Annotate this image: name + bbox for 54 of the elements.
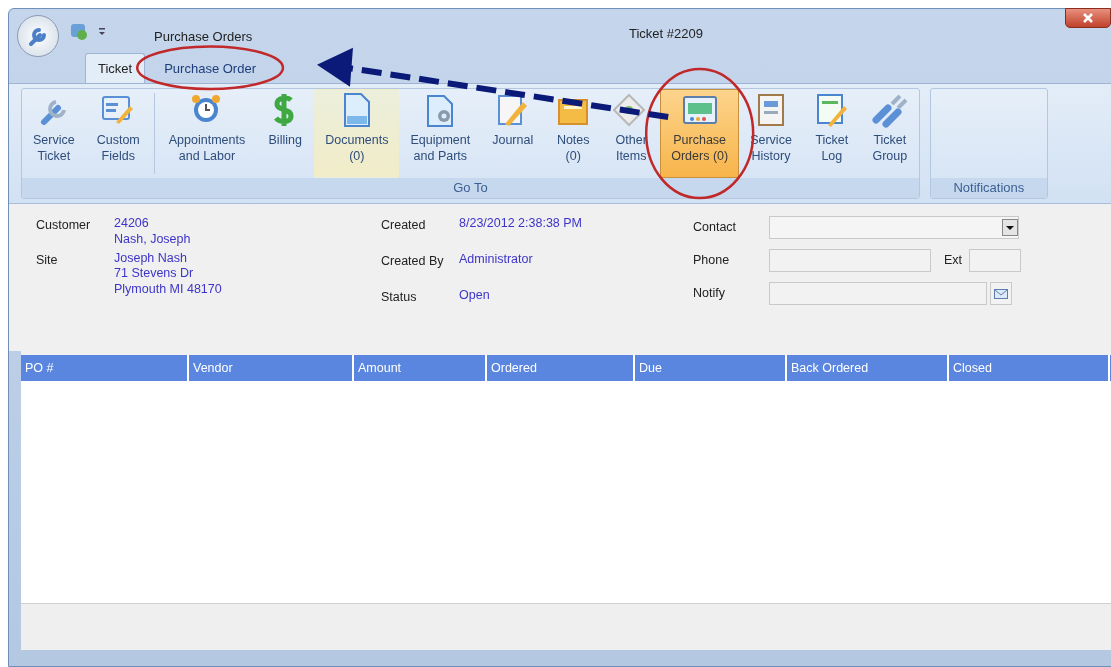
column-header[interactable]: Due (635, 355, 787, 381)
ribbon-button[interactable]: Service Ticket (22, 89, 86, 178)
field-label: Contact (693, 219, 738, 237)
ribbon-tab[interactable]: Ticket (85, 52, 146, 83)
ribbon-button[interactable]: Appointments and Labor (157, 89, 257, 178)
field-value: 8/23/2012 2:38:38 PM (459, 216, 582, 232)
column-header[interactable]: Vendor (189, 355, 354, 381)
field-label: Ext (944, 252, 963, 270)
field-value: Joseph Nash (114, 250, 188, 267)
field-value: Administrator (459, 251, 533, 268)
ribbon-tab[interactable]: Purchase Order (151, 52, 269, 83)
field-label: Created By (381, 252, 445, 270)
ribbon-button[interactable]: Ticket Log (802, 89, 861, 178)
field-label: Created (381, 217, 427, 234)
close-icon (1082, 13, 1094, 23)
field-value: Open (459, 287, 490, 304)
email-button[interactable] (990, 282, 1013, 305)
envelope-icon (994, 288, 1009, 299)
notify-field[interactable] (769, 282, 987, 305)
close-button[interactable] (1065, 8, 1111, 28)
ribbon-button[interactable]: Documents (0) (314, 89, 400, 178)
ribbon-button[interactable]: Billing (256, 89, 315, 178)
field-label: Phone (693, 252, 731, 270)
column-header[interactable]: PO # (21, 355, 189, 381)
customize-menu-icon[interactable] (97, 25, 107, 37)
wrenches-icon (871, 92, 908, 128)
group-label: Go To (22, 178, 919, 198)
column-header[interactable]: Amount (354, 355, 487, 381)
application-button[interactable] (17, 15, 59, 57)
ribbon-button[interactable]: Purchase Orders (0) (660, 89, 740, 178)
field-value: 71 Stevens Dr (114, 266, 195, 282)
ribbon-button[interactable]: Equipment and Parts (399, 89, 482, 178)
window-title: Ticket #2209 (629, 25, 703, 43)
field-value: 24206 (114, 216, 150, 232)
column-header[interactable]: Ordered (487, 355, 635, 381)
field-label: Customer (36, 217, 92, 234)
field-label: Status (381, 288, 418, 306)
ribbon-button[interactable]: Other Items (602, 89, 661, 178)
column-header[interactable]: Back Ordered (787, 355, 949, 381)
field-value: Plymouth MI 48170 (114, 281, 222, 298)
group-label: Notifications (930, 178, 1047, 198)
column-header[interactable]: Closed (949, 355, 1110, 381)
field-label: Site (36, 251, 59, 269)
extension-field[interactable] (968, 249, 1021, 272)
field-label: Notify (693, 285, 726, 303)
document-title: Purchase Orders (154, 28, 253, 46)
ribbon-button[interactable]: Ticket Group (860, 89, 919, 178)
ribbon-button[interactable]: Custom Fields (85, 89, 151, 178)
phone-field[interactable] (769, 249, 931, 272)
wrench-icon (27, 25, 49, 47)
ribbon-button[interactable]: Notes (0) (544, 89, 603, 178)
field-value: Nash, Joseph (114, 231, 191, 248)
ribbon-button[interactable]: Journal (481, 89, 545, 178)
quick-access-icon[interactable] (69, 21, 89, 41)
